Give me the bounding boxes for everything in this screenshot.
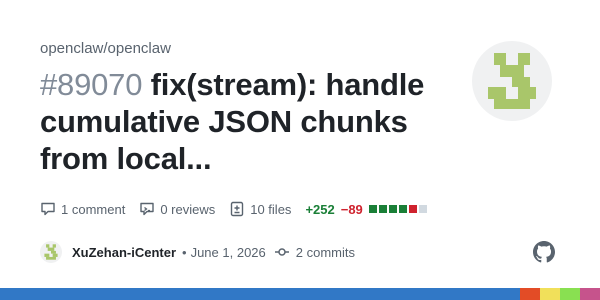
additions-count: +252 <box>305 201 335 217</box>
reviews-stat[interactable]: 0 reviews <box>139 201 215 217</box>
reviews-count: 0 reviews <box>160 201 216 217</box>
pr-number[interactable]: #89070 <box>40 67 142 102</box>
meta-separator: • <box>182 244 187 260</box>
language-bar-segment-1 <box>200 288 350 300</box>
comments-count: 1 comment <box>61 201 126 217</box>
language-bar-segment-6 <box>580 288 600 300</box>
comments-stat[interactable]: 1 comment <box>40 201 125 217</box>
commits-count[interactable]: 2 commits <box>296 245 355 260</box>
diff-squares <box>368 205 429 213</box>
pr-date: June 1, 2026 <box>190 244 266 260</box>
file-diff-icon <box>231 201 244 217</box>
pr-title-block: #89070 fix(stream): handle cumulative JS… <box>40 66 450 177</box>
author-avatar-small[interactable] <box>40 241 62 263</box>
language-bar-segment-2 <box>350 288 520 300</box>
identicon-small <box>44 244 58 260</box>
language-bar <box>0 288 600 300</box>
repo-name[interactable]: openclaw/openclaw <box>40 40 171 57</box>
diff-square-0 <box>368 205 377 213</box>
github-mark-icon[interactable] <box>533 241 555 263</box>
diff-square-1 <box>378 205 387 213</box>
diff-square-3 <box>398 205 407 213</box>
diff-square-5 <box>418 205 427 213</box>
comment-icon <box>41 202 55 216</box>
language-bar-segment-5 <box>560 288 580 300</box>
author-avatar-large <box>472 41 552 121</box>
language-bar-segment-3 <box>520 288 540 300</box>
language-bar-segment-4 <box>540 288 560 300</box>
diff-square-2 <box>388 205 397 213</box>
git-commit-icon <box>274 248 289 256</box>
files-stat[interactable]: 10 files <box>229 201 291 217</box>
author-name[interactable]: XuZehan-iCenter <box>72 245 176 260</box>
files-count: 10 files <box>250 201 292 217</box>
diff-square-4 <box>408 205 417 213</box>
review-icon <box>140 202 155 216</box>
deletions-count: −89 <box>340 201 363 217</box>
identicon-large <box>488 53 536 109</box>
pr-stats: 1 comment 0 reviews 10 files +252 −89 <box>40 200 429 218</box>
pr-meta: XuZehan-iCenter • June 1, 2026 2 commits <box>40 241 355 263</box>
language-bar-segment-0 <box>0 288 200 300</box>
